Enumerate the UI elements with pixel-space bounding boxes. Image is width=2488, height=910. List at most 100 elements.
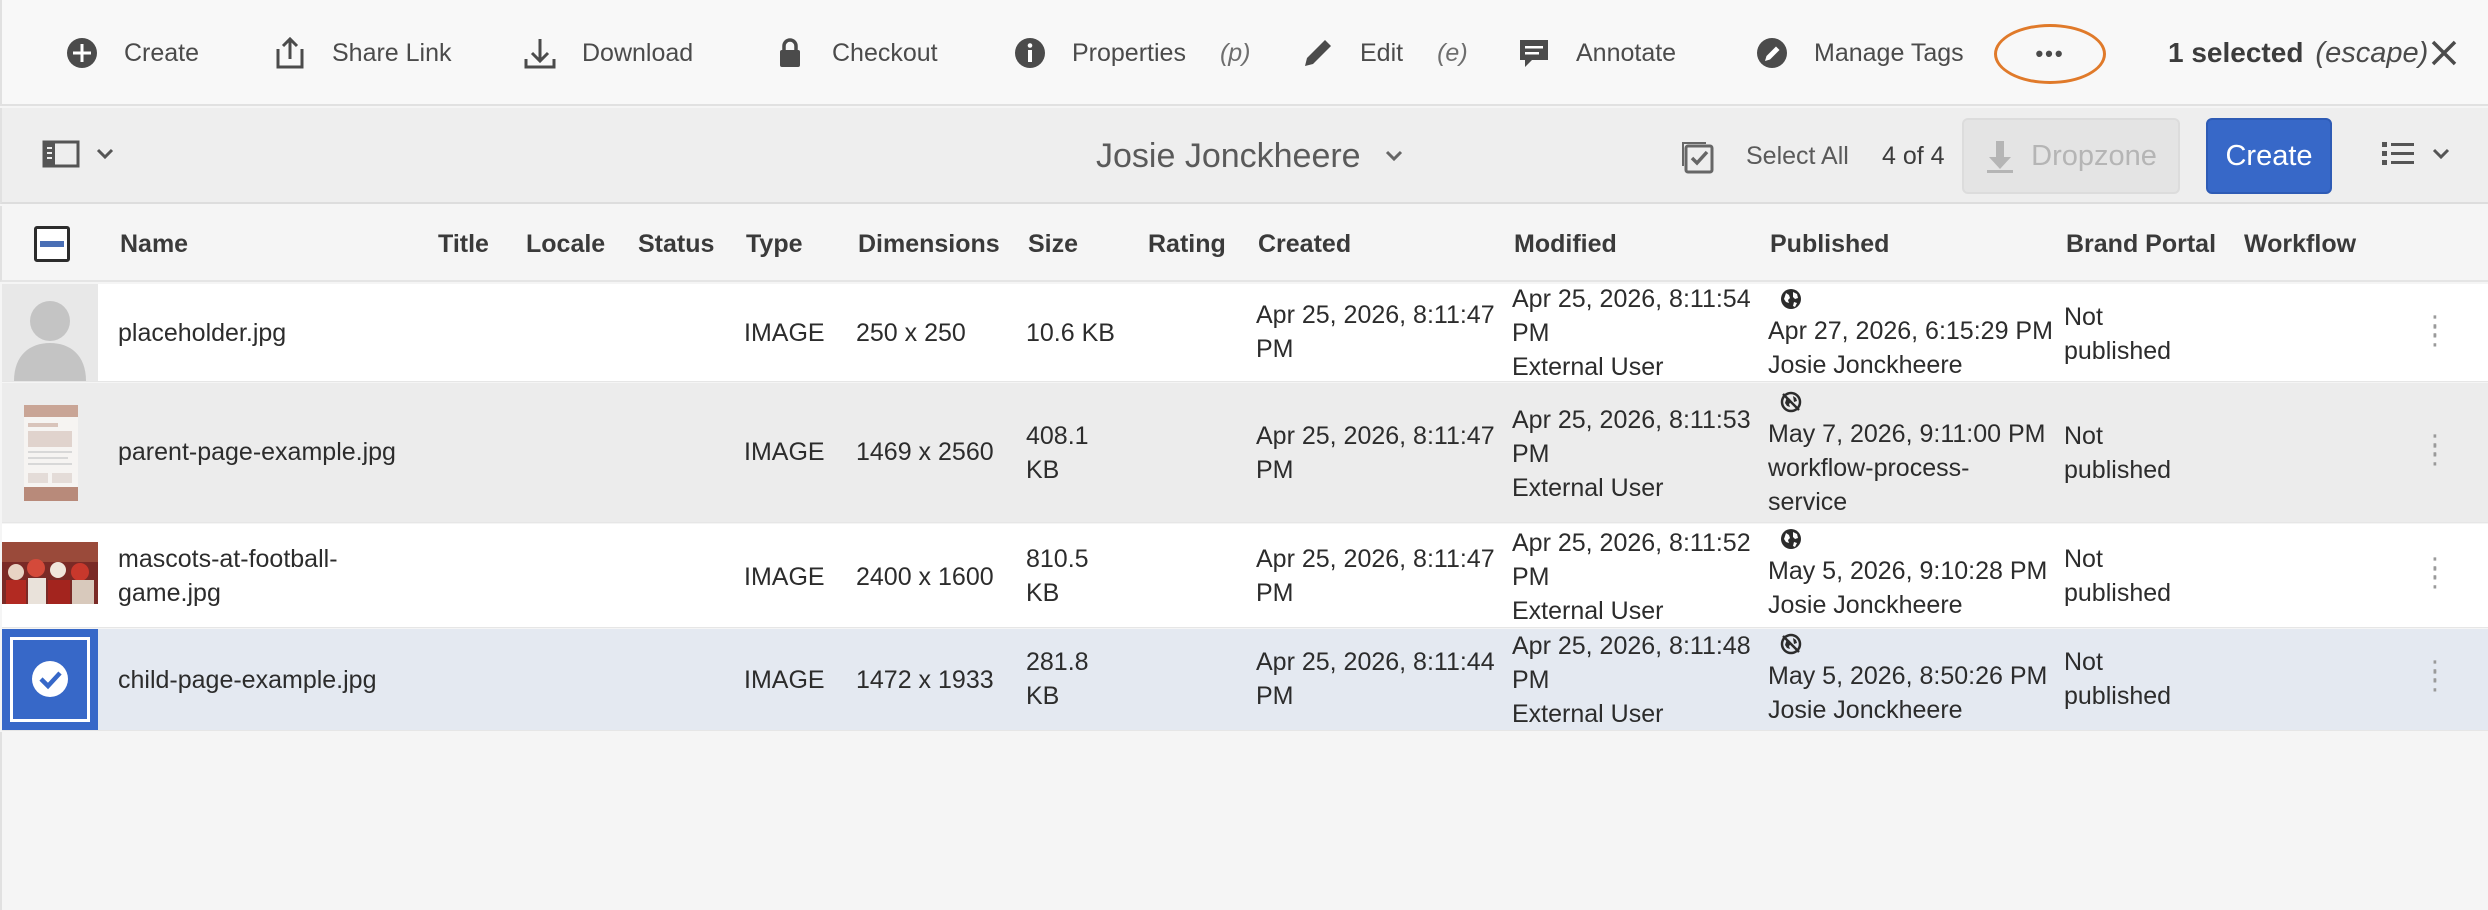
- column-header-status[interactable]: Status: [638, 206, 714, 282]
- drag-handle[interactable]: ⋮ ⋮: [2422, 431, 2448, 467]
- properties-label: Properties: [1072, 38, 1186, 67]
- table-row-selected[interactable]: child-page-example.jpg IMAGE 1472 x 1933…: [2, 629, 2488, 731]
- table-row[interactable]: parent-page-example.jpg IMAGE 1469 x 256…: [2, 383, 2488, 523]
- asset-dimensions: 2400 x 1600: [856, 563, 994, 591]
- checkout-button[interactable]: Checkout: [772, 0, 938, 106]
- folder-title: Josie Jonckheere: [1096, 136, 1361, 175]
- create-button[interactable]: Create: [2206, 118, 2332, 194]
- view-switcher-button[interactable]: [2380, 138, 2450, 170]
- edit-label: Edit: [1360, 38, 1404, 67]
- asset-size: 408.1 KB: [1026, 422, 1089, 484]
- manage-tags-button[interactable]: Manage Tags: [1754, 0, 1964, 106]
- column-header-title[interactable]: Title: [438, 206, 489, 282]
- column-header-locale[interactable]: Locale: [526, 206, 605, 282]
- download-button[interactable]: Download: [522, 0, 693, 106]
- table-row[interactable]: placeholder.jpg IMAGE 250 x 250 10.6 KB …: [2, 284, 2488, 382]
- brand-portal-status: Not published: [2064, 303, 2172, 365]
- globe-off-icon: [1780, 633, 1802, 655]
- share-link-label: Share Link: [332, 38, 452, 67]
- edit-button[interactable]: Edit (e): [1300, 0, 1468, 106]
- table-header: Name Title Locale Status Type Dimensions…: [0, 206, 2488, 282]
- action-bar: Create Share Link Download Checkout Prop…: [0, 0, 2488, 106]
- asset-type: IMAGE: [744, 563, 825, 591]
- lock-icon: [780, 38, 800, 67]
- asset-published: May 5, 2026, 8:50:26 PM Josie Jonckheere: [1768, 633, 2047, 727]
- thumbnail[interactable]: [2, 524, 98, 627]
- empty-list-area: [0, 732, 2488, 910]
- side-panel-icon: [42, 140, 80, 168]
- chevron-down-icon: [1385, 150, 1402, 162]
- folder-title-dropdown[interactable]: Josie Jonckheere: [1096, 108, 1403, 204]
- edit-shortcut: (e): [1437, 38, 1468, 67]
- asset-created: Apr 25, 2026, 8:11:47 PM: [1256, 422, 1495, 484]
- properties-shortcut: (p): [1219, 38, 1251, 67]
- photo-thumbnail: [2, 542, 98, 604]
- drag-handle[interactable]: ⋮ ⋮: [2422, 312, 2448, 348]
- drag-handle[interactable]: ⋮ ⋮: [2422, 554, 2448, 590]
- manage-tags-label: Manage Tags: [1814, 38, 1964, 67]
- download-arrow-icon: [1987, 141, 2014, 173]
- list-view-icon: [2382, 142, 2414, 165]
- asset-published: May 7, 2026, 9:11:00 PM workflow-process-…: [1768, 391, 2045, 519]
- escape-shortcut-label: (escape): [2315, 36, 2429, 69]
- header-checkbox[interactable]: [34, 226, 70, 262]
- annotate-button[interactable]: Annotate: [1516, 0, 1676, 106]
- column-header-created[interactable]: Created: [1258, 206, 1351, 282]
- asset-type: IMAGE: [744, 438, 825, 466]
- column-header-published[interactable]: Published: [1770, 206, 1889, 282]
- checkmark-circle-icon: [32, 661, 68, 697]
- column-header-rating[interactable]: Rating: [1148, 206, 1226, 282]
- asset-modified: Apr 25, 2026, 8:11:52 PM External User: [1512, 529, 1751, 625]
- column-header-modified[interactable]: Modified: [1514, 206, 1617, 282]
- info-icon: [1015, 38, 1045, 68]
- chevron-down-icon: [96, 148, 114, 160]
- column-header-size[interactable]: Size: [1028, 206, 1078, 282]
- select-all-icon: [1682, 142, 1714, 174]
- column-header-name[interactable]: Name: [120, 206, 188, 282]
- asset-size: 10.6 KB: [1026, 319, 1115, 347]
- column-header-dimensions[interactable]: Dimensions: [858, 206, 1000, 282]
- select-all-button[interactable]: Select All: [1680, 108, 1849, 204]
- create-button-label: Create: [2225, 139, 2313, 172]
- thumbnail[interactable]: [2, 284, 98, 381]
- create-action-label: Create: [124, 38, 200, 67]
- rail-toggle-button[interactable]: [42, 138, 114, 170]
- asset-name[interactable]: placeholder.jpg: [118, 316, 286, 350]
- asset-dimensions: 1469 x 2560: [856, 438, 994, 466]
- pencil-icon: [1305, 40, 1331, 66]
- share-icon: [276, 36, 304, 69]
- item-count: 4 of 4: [1882, 141, 1945, 170]
- create-action-button[interactable]: Create: [64, 0, 199, 106]
- column-header-workflow[interactable]: Workflow: [2244, 206, 2356, 282]
- asset-name[interactable]: mascots-at-football-game.jpg: [118, 542, 338, 610]
- asset-name[interactable]: parent-page-example.jpg: [118, 435, 396, 469]
- share-link-button[interactable]: Share Link: [272, 0, 452, 106]
- asset-type: IMAGE: [744, 319, 825, 347]
- properties-button[interactable]: Properties (p): [1012, 0, 1251, 106]
- asset-name[interactable]: child-page-example.jpg: [118, 663, 376, 697]
- chevron-down-icon: [2432, 148, 2450, 160]
- asset-dimensions: 1472 x 1933: [856, 666, 994, 694]
- table-row[interactable]: mascots-at-football-game.jpg IMAGE 2400 …: [2, 524, 2488, 628]
- globe-off-icon: [1780, 391, 1802, 413]
- dropzone-label: Dropzone: [2031, 139, 2157, 172]
- asset-published: May 5, 2026, 9:10:28 PM Josie Jonckheere: [1768, 528, 2047, 622]
- selected-count-label: 1 selected: [2168, 37, 2304, 68]
- plus-circle-icon: [67, 38, 97, 68]
- thumbnail[interactable]: [2, 383, 98, 522]
- column-header-brand-portal[interactable]: Brand Portal: [2066, 206, 2216, 282]
- close-icon[interactable]: [2424, 33, 2464, 73]
- asset-modified: Apr 25, 2026, 8:11:53 PM External User: [1512, 406, 1751, 502]
- download-label: Download: [582, 38, 694, 67]
- globe-icon: [1781, 289, 1801, 309]
- toolbar: Josie Jonckheere Select All 4 of 4 Dropz…: [0, 108, 2488, 204]
- asset-created: Apr 25, 2026, 8:11:44 PM: [1256, 648, 1495, 710]
- annotate-label: Annotate: [1576, 38, 1677, 67]
- selected-thumbnail[interactable]: [2, 629, 98, 730]
- asset-dimensions: 250 x 250: [856, 319, 966, 347]
- dropzone-button[interactable]: Dropzone: [1962, 118, 2180, 194]
- selection-status: 1 selected (escape): [2168, 0, 2428, 106]
- more-actions-button[interactable]: •••: [1994, 24, 2106, 84]
- drag-handle[interactable]: ⋮ ⋮: [2422, 657, 2448, 693]
- column-header-type[interactable]: Type: [746, 206, 803, 282]
